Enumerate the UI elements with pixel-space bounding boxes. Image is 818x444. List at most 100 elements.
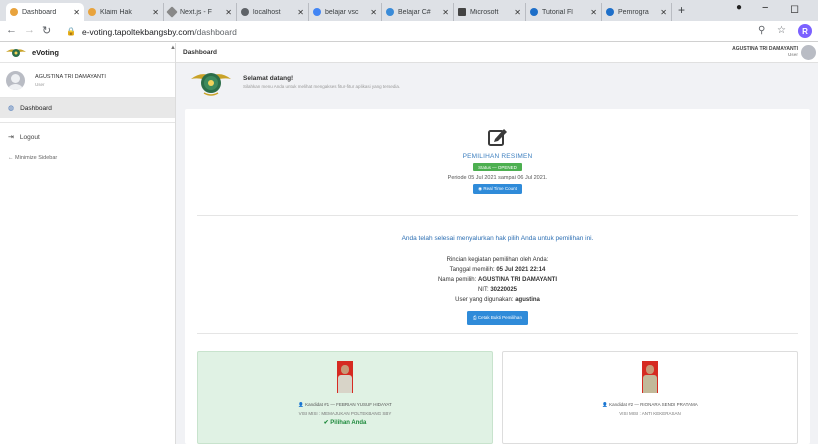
favicon-icon xyxy=(606,8,614,16)
lock-icon: 🔒 xyxy=(66,27,76,36)
details-nit-label: NIT: xyxy=(477,287,489,293)
header-user[interactable]: AGUSTINA TRI DAMAYANTI User xyxy=(732,46,798,57)
content-header: Dashboard AGUSTINA TRI DAMAYANTI User xyxy=(176,43,818,63)
tab-label: Tutorial Fl xyxy=(542,8,573,16)
address-bar[interactable]: 🔒 e-voting.tapoltekbangsby.com /dashboar… xyxy=(66,24,746,39)
divider xyxy=(197,333,798,334)
tab-localhost[interactable]: localhost ✕ xyxy=(237,3,309,21)
vote-complete-notice: Anda telah selesai menyalurkan hak pilih… xyxy=(401,235,594,242)
browser-tab-bar: Dashboard ✕ Klaim Hak ✕ Next.js - F ✕ lo… xyxy=(0,0,818,21)
candidate-photo xyxy=(642,361,658,393)
url-path: /dashboard xyxy=(194,26,237,37)
election-header: PEMILIHAN RESIMEN Status — OPENED Period… xyxy=(185,109,810,194)
details-voter-value: AGUSTINA TRI DAMAYANTI xyxy=(478,277,558,283)
sidebar-divider xyxy=(0,122,175,123)
minimize-sidebar-label: Minimize Sidebar xyxy=(15,155,58,161)
globe-icon xyxy=(241,8,249,16)
logo-icon xyxy=(191,72,231,96)
browser-toolbar: ← → ↻ 🔒 e-voting.tapoltekbangsby.com /da… xyxy=(0,21,818,42)
avatar[interactable] xyxy=(801,45,816,60)
sidebar-item-logout[interactable]: ⇥ Logout xyxy=(0,127,175,147)
tab-label: Microsoft xyxy=(470,8,499,16)
sidebar-user-role: User xyxy=(35,81,45,87)
back-button[interactable]: ← xyxy=(6,24,17,36)
minimize-sidebar-button[interactable]: ← Minimize Sidebar xyxy=(0,147,175,161)
candidate-card-2[interactable]: 👤 Kandidat #2 — RIONARA SENDI PRATAMA VI… xyxy=(502,351,798,444)
tab-label: Next.js - F xyxy=(180,8,212,16)
sidebar-item-dashboard[interactable]: ◍ Dashboard xyxy=(0,98,175,118)
tab-nextjs[interactable]: Next.js - F ✕ xyxy=(164,3,237,21)
welcome-banner: Selamat datang! Silahkan menu Anda untuk… xyxy=(176,63,818,100)
tab-microsoft[interactable]: Microsoft ✕ xyxy=(454,3,526,21)
tab-google-search[interactable]: belajar vsc ✕ xyxy=(309,3,382,21)
real-time-count-label: Real Time Count xyxy=(483,186,517,191)
arrow-left-icon: ← xyxy=(8,155,14,161)
real-time-count-button[interactable]: ◉ Real Time Count xyxy=(473,184,522,194)
close-icon[interactable]: ✕ xyxy=(225,8,232,17)
page-title: Dashboard xyxy=(183,49,217,56)
new-tab-button[interactable]: + xyxy=(678,3,685,17)
tab-label: Klaim Hak xyxy=(100,8,132,16)
tab-klaim-hak[interactable]: Klaim Hak ✕ xyxy=(84,3,164,21)
forward-button[interactable]: → xyxy=(24,24,35,36)
brand-name: eVoting xyxy=(32,48,59,57)
close-icon[interactable]: ✕ xyxy=(442,8,449,17)
close-icon[interactable]: ✕ xyxy=(660,8,667,17)
user-icon: 👤 xyxy=(602,402,608,407)
details-date-label: Tanggal memilih: xyxy=(449,267,495,273)
user-icon: 👤 xyxy=(298,402,304,407)
candidate-name-label: Kandidat #1 — FEBRIAN YUSUF HIDAYAT xyxy=(305,402,392,407)
print-proof-button[interactable]: ⎙ Cetak Bukti Pemilihan xyxy=(467,311,528,325)
favicon-icon xyxy=(530,8,538,16)
check-circle-icon: ✔ xyxy=(323,420,329,426)
close-icon[interactable]: ✕ xyxy=(370,8,377,17)
candidate-card-1[interactable]: 👤 Kandidat #1 — FEBRIAN YUSUF HIDAYAT VI… xyxy=(197,351,493,444)
close-icon[interactable]: ✕ xyxy=(152,8,159,17)
chosen-label: Pilihan Anda xyxy=(330,420,367,426)
close-icon[interactable]: ✕ xyxy=(590,8,597,17)
sidebar: eVoting ▲ AGUSTINA TRI DAMAYANTI User ◍ … xyxy=(0,43,176,444)
tab-label: Belajar C# xyxy=(398,8,431,16)
tab-label: Dashboard xyxy=(22,8,57,16)
details-username: User yang digunakan: agustina xyxy=(185,295,810,305)
bookmark-star-icon[interactable]: ☆ xyxy=(777,25,786,36)
status-badge: Status — OPENED xyxy=(473,163,522,171)
extension-icon[interactable]: ● xyxy=(736,2,742,13)
details-voter-label: Nama pemilih: xyxy=(437,277,477,283)
tab-label: Pemrogra xyxy=(618,8,649,16)
chosen-indicator: ✔ Pilihan Anda xyxy=(198,419,492,426)
zoom-icon[interactable]: ⚲ xyxy=(758,25,765,36)
favicon-icon xyxy=(88,8,96,16)
details-date-value: 05 Jul 2021 22:14 xyxy=(496,267,546,273)
election-period: Periode 05 Jul 2021 sampai 06 Jul 2021. xyxy=(447,175,548,181)
details-nit-value: 30220025 xyxy=(490,287,518,293)
welcome-title: Selamat datang! xyxy=(243,74,294,82)
tab-tutorial[interactable]: Tutorial Fl ✕ xyxy=(526,3,602,21)
details-username-value: agustina xyxy=(515,297,540,303)
candidate-name: 👤 Kandidat #1 — FEBRIAN YUSUF HIDAYAT xyxy=(198,402,492,408)
profile-avatar[interactable]: R xyxy=(798,24,812,38)
sidebar-brand[interactable]: eVoting xyxy=(0,43,175,63)
tab-label: localhost xyxy=(253,8,281,16)
vote-details: Rincian kegiatan pemilihan oleh Anda: Ta… xyxy=(185,255,810,325)
minimize-window-button[interactable]: − xyxy=(762,2,768,14)
maximize-window-button[interactable]: ◻ xyxy=(790,2,799,15)
close-icon[interactable]: ✕ xyxy=(514,8,521,17)
sidebar-item-label: Dashboard xyxy=(20,104,52,112)
details-heading: Rincian kegiatan pemilihan oleh Anda: xyxy=(446,257,549,263)
reload-button[interactable]: ↻ xyxy=(42,24,51,37)
edit-icon xyxy=(487,129,507,146)
favicon-icon xyxy=(458,8,466,16)
sidebar-user-panel: AGUSTINA TRI DAMAYANTI User xyxy=(0,63,175,98)
close-icon[interactable]: ✕ xyxy=(297,8,304,17)
tab-dashboard[interactable]: Dashboard ✕ xyxy=(6,3,84,21)
welcome-subtitle: Silahkan menu Anda untuk melihat mengaks… xyxy=(243,83,401,89)
google-icon xyxy=(313,8,321,16)
tab-belajar-csharp[interactable]: Belajar C# ✕ xyxy=(382,3,454,21)
favicon-icon xyxy=(10,8,18,16)
tab-pemrograman[interactable]: Pemrogra ✕ xyxy=(602,3,672,21)
close-icon[interactable]: ✕ xyxy=(73,8,80,17)
favicon-icon xyxy=(166,6,178,18)
details-nit: NIT: 30220025 xyxy=(185,285,810,295)
candidate-photo xyxy=(337,361,353,393)
